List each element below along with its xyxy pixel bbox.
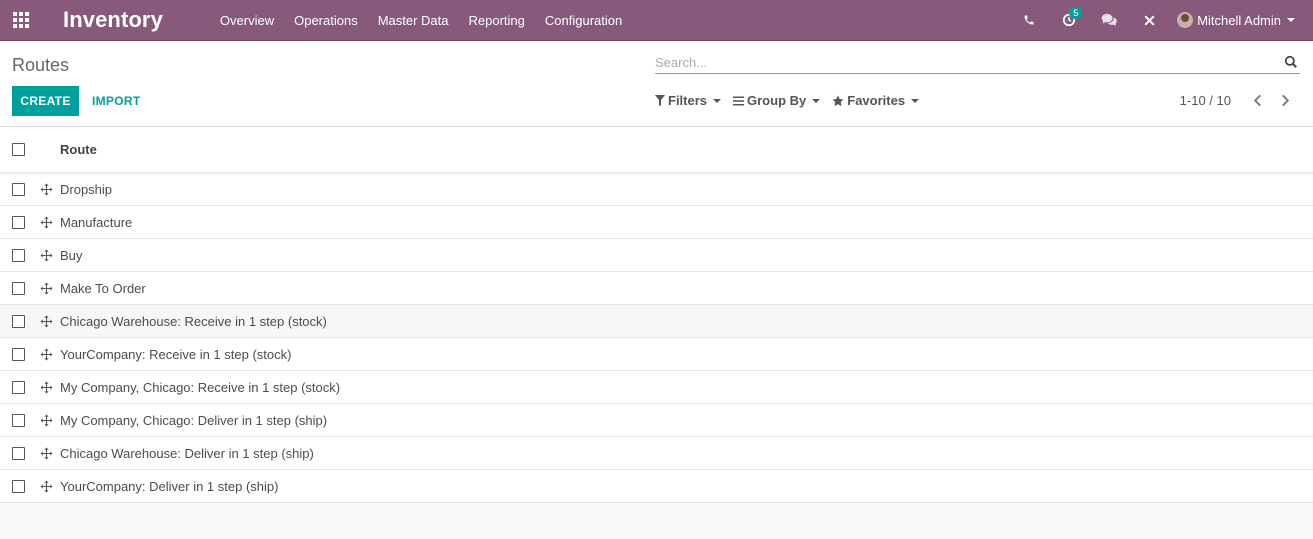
user-name: Mitchell Admin: [1197, 12, 1281, 28]
avatar: [1177, 12, 1194, 28]
messages-button[interactable]: [1089, 0, 1129, 41]
control-panel: Routes CREATE IMPORT Filters Group By Fa…: [0, 41, 1313, 127]
table-row[interactable]: Make To Order: [0, 272, 1313, 305]
route-name: Make To Order: [60, 280, 146, 296]
drag-handle-icon[interactable]: [39, 380, 53, 394]
table-row[interactable]: My Company, Chicago: Deliver in 1 step (…: [0, 404, 1313, 437]
phone-icon: [1024, 15, 1034, 25]
caret-down-icon: [1287, 18, 1295, 22]
filters-button[interactable]: Filters: [655, 93, 722, 108]
apps-menu-button[interactable]: [0, 0, 42, 41]
top-navbar: Inventory Overview Operations Master Dat…: [0, 0, 1313, 41]
main-menu: Overview Operations Master Data Reportin…: [210, 0, 632, 41]
import-button[interactable]: IMPORT: [85, 86, 147, 116]
filters-label: Filters: [668, 93, 708, 108]
table-row[interactable]: Chicago Warehouse: Receive in 1 step (st…: [0, 305, 1313, 338]
route-name: My Company, Chicago: Receive in 1 step (…: [60, 379, 341, 395]
app-name[interactable]: Inventory: [63, 7, 163, 33]
drag-handle-icon[interactable]: [39, 248, 53, 262]
chevron-right-icon: [1281, 94, 1289, 107]
pager: 1-10 / 10: [1180, 93, 1299, 108]
search-icon: [1284, 55, 1297, 68]
user-menu-button[interactable]: Mitchell Admin: [1169, 0, 1313, 41]
close-icon: [1144, 14, 1155, 26]
route-name: YourCompany: Receive in 1 step (stock): [60, 346, 292, 362]
routes-list: Route Dropship Manufacture Buy Make To O…: [0, 127, 1313, 503]
route-name: YourCompany: Deliver in 1 step (ship): [60, 478, 279, 494]
table-row[interactable]: Dropship: [0, 173, 1313, 206]
pager-value[interactable]: 1-10 / 10: [1180, 93, 1231, 108]
table-header: Route: [0, 127, 1313, 173]
route-name: Manufacture: [60, 214, 133, 230]
route-name: Buy: [60, 247, 83, 263]
route-name: My Company, Chicago: Deliver in 1 step (…: [60, 412, 328, 428]
search-button[interactable]: [1284, 55, 1298, 74]
activity-count-badge: 5: [1069, 6, 1083, 19]
row-checkbox[interactable]: [12, 446, 25, 460]
favorites-label: Favorites: [847, 93, 906, 108]
star-icon: [832, 95, 844, 106]
filter-icon: [655, 95, 665, 106]
activities-button[interactable]: 5: [1049, 0, 1089, 41]
breadcrumb: Routes: [12, 55, 70, 75]
table-row[interactable]: Manufacture: [0, 206, 1313, 239]
table-row[interactable]: Chicago Warehouse: Deliver in 1 step (sh…: [0, 437, 1313, 470]
route-name: Chicago Warehouse: Receive in 1 step (st…: [60, 313, 327, 329]
row-checkbox[interactable]: [12, 347, 25, 361]
systray: 5 Mitchell Admin: [1009, 0, 1313, 41]
pager-previous-button[interactable]: [1243, 94, 1271, 107]
favorites-button[interactable]: Favorites: [832, 93, 920, 108]
table-row[interactable]: Buy: [0, 239, 1313, 272]
group-by-label: Group By: [747, 93, 807, 108]
column-header-route[interactable]: Route: [60, 142, 97, 157]
menu-item-overview[interactable]: Overview: [210, 0, 284, 41]
route-name: Chicago Warehouse: Deliver in 1 step (sh…: [60, 445, 314, 461]
row-checkbox[interactable]: [12, 479, 25, 493]
row-checkbox[interactable]: [12, 413, 25, 427]
caret-down-icon: [911, 98, 920, 103]
row-checkbox[interactable]: [12, 182, 25, 196]
create-button[interactable]: CREATE: [12, 86, 79, 116]
list-icon: [733, 96, 745, 105]
caret-down-icon: [812, 98, 821, 103]
drag-handle-icon[interactable]: [39, 413, 53, 427]
group-by-button[interactable]: Group By: [733, 93, 821, 108]
search-bar: [655, 52, 1300, 74]
chat-icon: [1101, 13, 1117, 27]
route-name: Dropship: [60, 181, 113, 197]
phone-button[interactable]: [1009, 0, 1049, 41]
caret-down-icon: [713, 98, 722, 103]
menu-item-configuration[interactable]: Configuration: [535, 0, 632, 41]
apps-grid-icon: [13, 12, 29, 28]
drag-handle-icon[interactable]: [39, 281, 53, 295]
row-checkbox[interactable]: [12, 281, 25, 295]
menu-item-master-data[interactable]: Master Data: [368, 0, 459, 41]
drag-handle-icon[interactable]: [39, 182, 53, 196]
search-options: Filters Group By Favorites: [655, 93, 931, 108]
drag-handle-icon[interactable]: [39, 314, 53, 328]
table-row[interactable]: My Company, Chicago: Receive in 1 step (…: [0, 371, 1313, 404]
table-row[interactable]: YourCompany: Deliver in 1 step (ship): [0, 470, 1313, 503]
row-checkbox[interactable]: [12, 215, 25, 229]
drag-handle-icon[interactable]: [39, 347, 53, 361]
drag-handle-icon[interactable]: [39, 479, 53, 493]
table-row[interactable]: YourCompany: Receive in 1 step (stock): [0, 338, 1313, 371]
row-checkbox[interactable]: [12, 314, 25, 328]
drag-handle-icon[interactable]: [39, 446, 53, 460]
menu-item-operations[interactable]: Operations: [284, 0, 368, 41]
table-body: Dropship Manufacture Buy Make To Order C…: [0, 173, 1313, 503]
menu-item-reporting[interactable]: Reporting: [459, 0, 535, 41]
row-checkbox[interactable]: [12, 380, 25, 394]
pager-next-button[interactable]: [1271, 94, 1299, 107]
row-checkbox[interactable]: [12, 248, 25, 262]
select-all-checkbox[interactable]: [12, 143, 25, 156]
close-debug-button[interactable]: [1129, 0, 1169, 41]
chevron-left-icon: [1253, 94, 1261, 107]
search-input[interactable]: [655, 52, 1255, 72]
drag-handle-icon[interactable]: [39, 215, 53, 229]
